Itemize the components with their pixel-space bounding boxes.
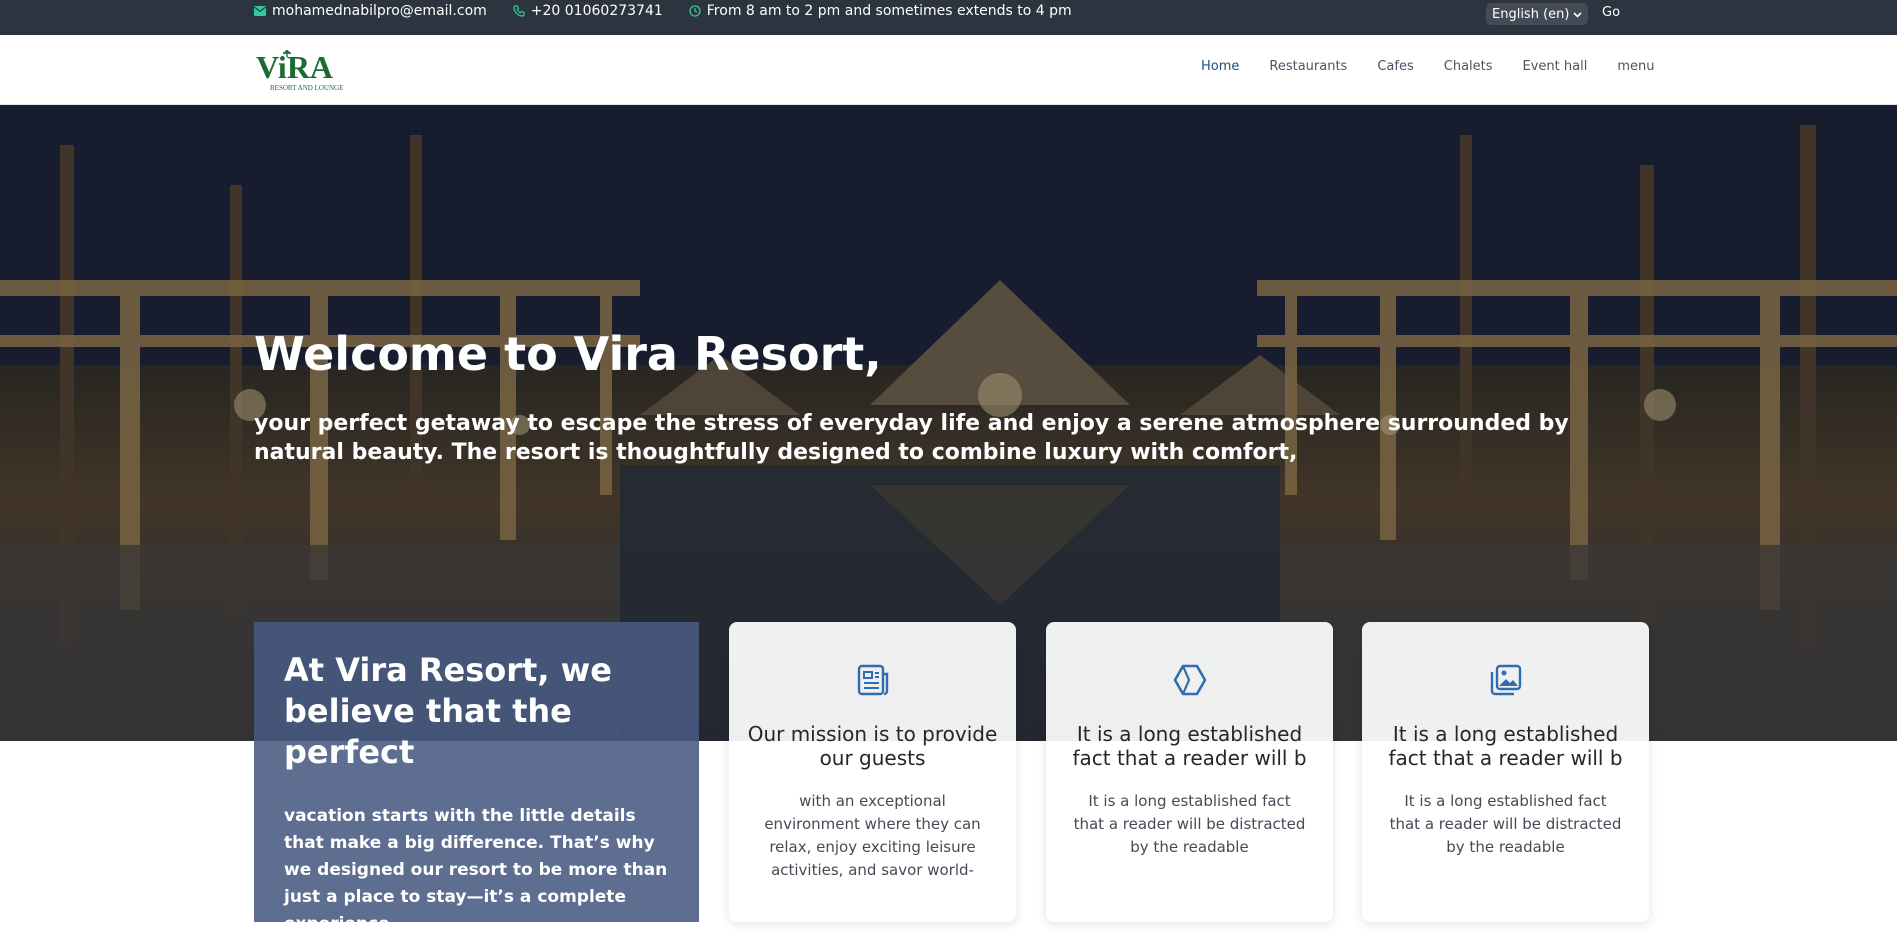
intro-heading: At Vira Resort, we believe that the perf… — [284, 651, 612, 771]
email-contact[interactable]: mohamednabilpro@email.com — [254, 3, 487, 19]
intro-card: At Vira Resort, we believe that the perf… — [254, 622, 699, 934]
feature-card-3: It is a long established fact that a rea… — [1362, 622, 1649, 922]
nav-restaurants-link[interactable]: Restaurants — [1269, 59, 1347, 74]
card-body: It is a long established fact that a rea… — [1073, 792, 1306, 856]
document-icon — [855, 662, 891, 698]
images-icon — [1488, 662, 1524, 698]
envelope-icon — [254, 6, 266, 16]
hours-text: From 8 am to 2 pm and sometimes extends … — [706, 3, 1072, 19]
card-title: Our mission is to provide our guests — [747, 722, 998, 770]
language-selected-value: English (en) — [1492, 6, 1570, 22]
feature-card-2: It is a long established fact that a rea… — [1046, 622, 1333, 922]
svg-text:RESORT AND LOUNGE: RESORT AND LOUNGE — [270, 84, 343, 92]
nav-cafes-link[interactable]: Cafes — [1377, 59, 1413, 74]
nav-links: Home Restaurants Cafes Chalets Event hal… — [1201, 59, 1654, 74]
chevron-down-icon — [1573, 7, 1583, 22]
contact-info: mohamednabilpro@email.com +20 0106027374… — [254, 2, 1072, 20]
top-info-bar: mohamednabilpro@email.com +20 0106027374… — [0, 0, 1897, 35]
phone-text: +20 01060273741 — [530, 3, 663, 19]
vira-logo[interactable]: ViRA RESORT AND LOUNGE — [256, 49, 358, 92]
card-body: It is a long established fact that a rea… — [1389, 792, 1622, 856]
nav-chalets-link[interactable]: Chalets — [1444, 59, 1493, 74]
nav-menu-link[interactable]: menu — [1617, 59, 1654, 74]
card-title: It is a long established fact that a rea… — [1072, 722, 1307, 770]
nav-event-hall-link[interactable]: Event hall — [1523, 59, 1588, 74]
email-text: mohamednabilpro@email.com — [272, 3, 487, 19]
card-title: It is a long established fact that a rea… — [1388, 722, 1623, 770]
phone-contact[interactable]: +20 01060273741 — [513, 3, 663, 19]
hours-info: From 8 am to 2 pm and sometimes extends … — [689, 3, 1072, 19]
phone-icon — [513, 5, 525, 17]
language-select[interactable]: English (en) — [1486, 3, 1589, 25]
hero-subtitle: your perfect getaway to escape the stres… — [254, 411, 1569, 465]
feature-card-mission: Our mission is to provide our guests wit… — [729, 622, 1016, 922]
card-body: with an exceptional environment where th… — [764, 792, 981, 879]
main-navbar: ViRA RESORT AND LOUNGE Home Restaurants … — [0, 35, 1897, 105]
intro-body: vacation starts with the little details … — [284, 806, 668, 934]
nav-home-link[interactable]: Home — [1201, 59, 1239, 74]
clock-icon — [689, 5, 701, 17]
hero-title: Welcome to Vira Resort, — [254, 327, 882, 381]
go-button[interactable]: Go — [1602, 5, 1620, 20]
hexagon-icon — [1172, 662, 1208, 698]
svg-text:ViRA: ViRA — [256, 50, 333, 85]
